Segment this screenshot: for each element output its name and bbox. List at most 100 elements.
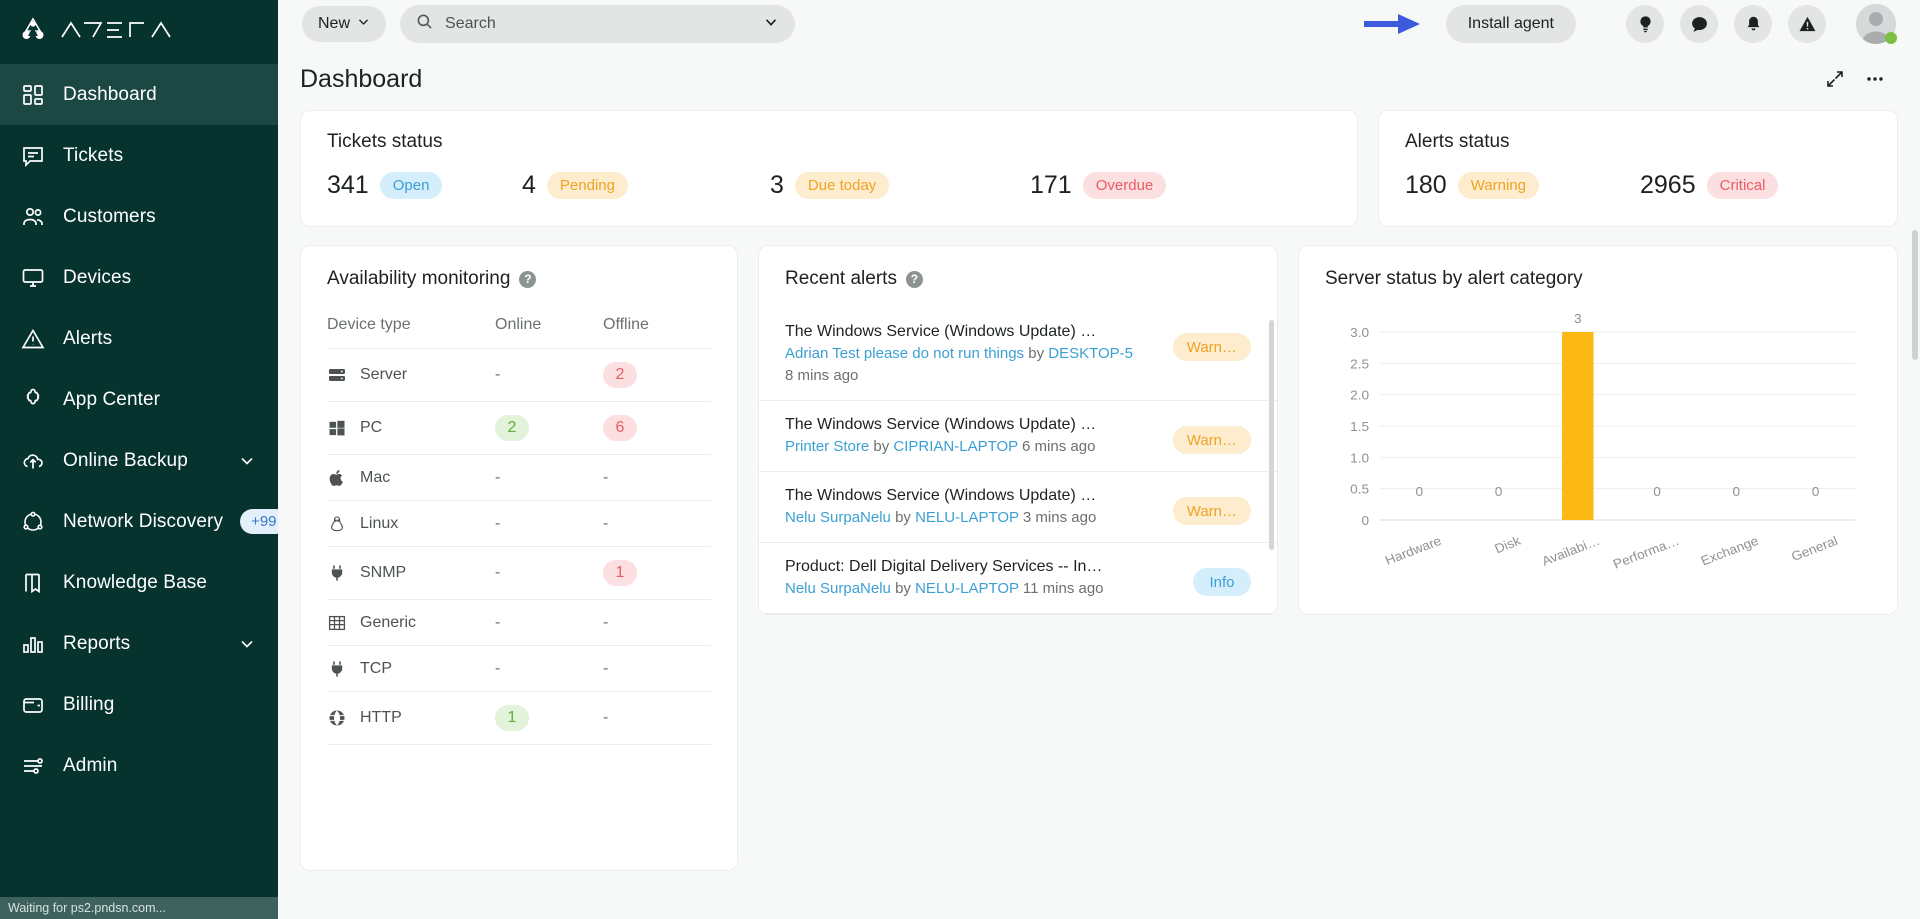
- card-title-text: Recent alerts: [785, 268, 897, 289]
- alert-title: The Windows Service (Windows Update) …: [785, 487, 1097, 504]
- lightbulb-icon[interactable]: [1626, 5, 1664, 43]
- svg-text:3: 3: [1574, 311, 1582, 326]
- alert-device-link[interactable]: NELU-LAPTOP: [915, 509, 1019, 526]
- alert-by-word: by: [895, 580, 911, 597]
- sidebar-item-alerts[interactable]: Alerts: [0, 308, 278, 369]
- chat-icon[interactable]: [1680, 5, 1718, 43]
- alert-meta: Adrian Test please do not run things by …: [785, 343, 1163, 365]
- device-type-cell: PC: [327, 401, 495, 455]
- sidebar-item-label: Billing: [63, 693, 115, 715]
- help-icon[interactable]: ?: [905, 270, 923, 288]
- sidebar-item-online-backup[interactable]: Online Backup: [0, 430, 278, 491]
- status-badge: Pending: [546, 172, 628, 199]
- alert-device-link[interactable]: NELU-LAPTOP: [915, 580, 1019, 597]
- status-badge: Open: [379, 172, 443, 199]
- table-row[interactable]: PC 2 6: [327, 401, 711, 455]
- device-type-cell: Linux: [327, 500, 495, 547]
- brand-logo[interactable]: [0, 0, 278, 60]
- sidebar-item-admin[interactable]: Admin: [0, 735, 278, 796]
- sidebar-item-tickets[interactable]: Tickets: [0, 125, 278, 186]
- sidebar-item-customers[interactable]: Customers: [0, 186, 278, 247]
- warning-icon[interactable]: [1788, 5, 1826, 43]
- svg-text:2.5: 2.5: [1350, 357, 1369, 372]
- stat-value: 341: [327, 171, 369, 199]
- online-value: -: [495, 659, 501, 677]
- device-type-label: PC: [360, 419, 383, 436]
- help-icon[interactable]: ?: [519, 270, 537, 288]
- chevron-down-icon[interactable]: [238, 452, 256, 470]
- sidebar-item-devices[interactable]: Devices: [0, 247, 278, 308]
- status-badge: Warn…: [1172, 426, 1251, 454]
- list-item[interactable]: Product: Dell Digital Delivery Services …: [759, 542, 1277, 613]
- table-row[interactable]: SNMP - 1: [327, 546, 711, 600]
- chart-x-tick-label: General: [1789, 533, 1840, 564]
- list-item[interactable]: Firefox version: [Machine Name: Dragos-L…: [759, 613, 1277, 614]
- svg-text:0: 0: [1733, 484, 1741, 499]
- more-horizontal-icon[interactable]: [1860, 64, 1890, 94]
- sidebar-item-billing[interactable]: Billing: [0, 674, 278, 735]
- availability-monitoring-card: Availability monitoring ? Device type On…: [300, 245, 738, 871]
- alert-customer-link[interactable]: Nelu SurpaNelu: [785, 509, 891, 526]
- page-scrollbar[interactable]: [1912, 230, 1918, 360]
- column-header-device-type: Device type: [327, 316, 495, 349]
- search-placeholder: Search: [445, 15, 496, 32]
- chart-area: 0 0.5 1.0 1.5 2.0 2.5 3.0 0 0 3 0 0 0 Hardware Disk A…: [1325, 298, 1871, 598]
- device-type-cell: HTTP: [327, 691, 495, 745]
- device-type-label: Linux: [360, 514, 399, 532]
- online-cell: -: [495, 348, 603, 402]
- chevron-down-icon: [357, 15, 370, 33]
- table-row[interactable]: Generic - -: [327, 599, 711, 646]
- plug-icon: [327, 659, 346, 678]
- list-item[interactable]: The Windows Service (Windows Update) … A…: [759, 308, 1277, 400]
- table-row[interactable]: Server - 2: [327, 348, 711, 402]
- ticket-stat-overdue[interactable]: 171 Overdue: [1030, 171, 1167, 200]
- device-type-cell: Server: [327, 348, 495, 402]
- offline-cell: -: [603, 645, 711, 692]
- sidebar-item-knowledge-base[interactable]: Knowledge Base: [0, 552, 278, 613]
- alert-customer-link[interactable]: Printer Store: [785, 438, 869, 455]
- sidebar-item-dashboard[interactable]: Dashboard: [0, 64, 278, 125]
- ticket-stat-open[interactable]: 341 Open: [327, 171, 522, 200]
- expand-icon[interactable]: [1820, 64, 1850, 94]
- alert-device-link[interactable]: CIPRIAN-LAPTOP: [893, 438, 1017, 455]
- ticket-stat-due-today[interactable]: 3 Due today: [770, 171, 1030, 200]
- chevron-down-icon[interactable]: [238, 635, 256, 653]
- online-value: -: [495, 514, 501, 532]
- avatar[interactable]: [1856, 4, 1897, 44]
- status-badge: Warn…: [1172, 497, 1251, 525]
- new-button[interactable]: New: [302, 6, 387, 42]
- list-item[interactable]: The Windows Service (Windows Update) … N…: [759, 471, 1277, 542]
- table-row[interactable]: Mac - -: [327, 454, 711, 501]
- list-item[interactable]: The Windows Service (Windows Update) … P…: [759, 400, 1277, 471]
- column-header-online: Online: [495, 316, 603, 349]
- table-row[interactable]: HTTP 1 -: [327, 691, 711, 745]
- bell-icon[interactable]: [1734, 5, 1772, 43]
- offline-cell: 6: [603, 401, 711, 455]
- alert-customer-link[interactable]: Nelu SurpaNelu: [785, 580, 891, 597]
- status-badge: Info: [1193, 568, 1251, 596]
- recent-alerts-scrollbar[interactable]: [1269, 320, 1274, 550]
- search-input[interactable]: Search: [400, 5, 796, 43]
- alert-device-link[interactable]: DESKTOP-5: [1048, 345, 1133, 362]
- sidebar-item-app-center[interactable]: App Center: [0, 369, 278, 430]
- chart-data-labels: 0 0 3 0 0 0: [1415, 311, 1819, 499]
- table-row[interactable]: TCP - -: [327, 645, 711, 692]
- table-icon: [327, 613, 346, 632]
- ticket-stat-pending[interactable]: 4 Pending: [522, 171, 770, 200]
- topbar-icon-buttons: [1626, 4, 1897, 44]
- sidebar-item-reports[interactable]: Reports: [0, 613, 278, 674]
- chart-y-tick-labels: 0 0.5 1.0 1.5 2.0 2.5 3.0: [1350, 325, 1369, 528]
- alert-stat-warning[interactable]: 180 Warning: [1405, 171, 1640, 200]
- tickets-status-card: Tickets status 341 Open 4 Pending 3 Due: [300, 110, 1358, 227]
- svg-text:1.5: 1.5: [1350, 419, 1369, 434]
- chart-bar[interactable]: [1562, 332, 1594, 520]
- install-agent-button[interactable]: Install agent: [1445, 5, 1576, 43]
- alert-stat-critical[interactable]: 2965 Critical: [1640, 171, 1779, 200]
- online-value: -: [495, 468, 501, 486]
- server-status-chart-card: Server status by alert category 0 0.5 1.0 1…: [1298, 245, 1898, 615]
- chart-x-tick-label: Availabi…: [1540, 533, 1602, 568]
- alert-customer-link[interactable]: Adrian Test please do not run things: [785, 345, 1024, 362]
- table-row[interactable]: Linux - -: [327, 500, 711, 547]
- sidebar-item-network-discovery[interactable]: Network Discovery +99: [0, 491, 288, 552]
- chevron-down-icon[interactable]: [763, 14, 779, 35]
